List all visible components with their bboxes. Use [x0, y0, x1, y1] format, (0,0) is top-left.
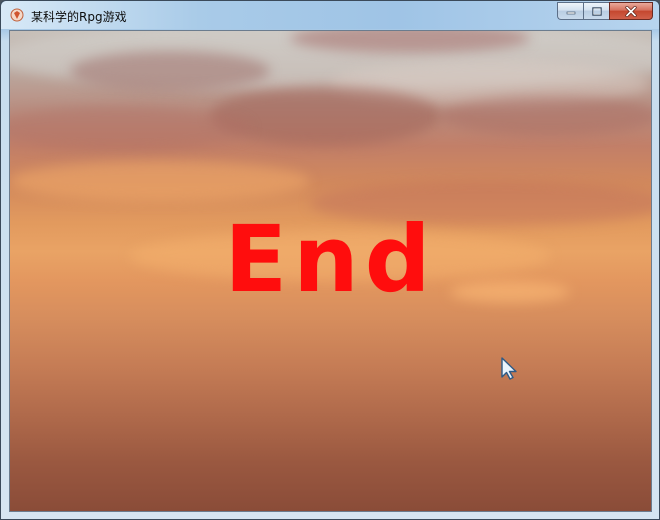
title-bar[interactable]: 某科学的Rpg游戏	[1, 1, 659, 29]
caption-buttons	[557, 2, 653, 21]
cloud	[70, 51, 270, 91]
cloud	[210, 86, 440, 146]
maximize-button[interactable]	[583, 2, 609, 20]
game-window: 某科学的Rpg游戏 End	[0, 0, 660, 520]
end-message: End	[224, 206, 437, 313]
maximize-icon	[591, 6, 602, 16]
cloud	[440, 96, 651, 136]
close-button[interactable]	[609, 2, 653, 20]
minimize-icon	[566, 11, 575, 15]
cloud	[10, 161, 310, 201]
close-icon	[625, 5, 637, 17]
game-app-icon	[10, 8, 24, 22]
window-title: 某科学的Rpg游戏	[31, 10, 127, 24]
game-canvas[interactable]: End	[9, 30, 652, 512]
minimize-button[interactable]	[557, 2, 583, 20]
mouse-pointer-icon	[501, 357, 517, 380]
